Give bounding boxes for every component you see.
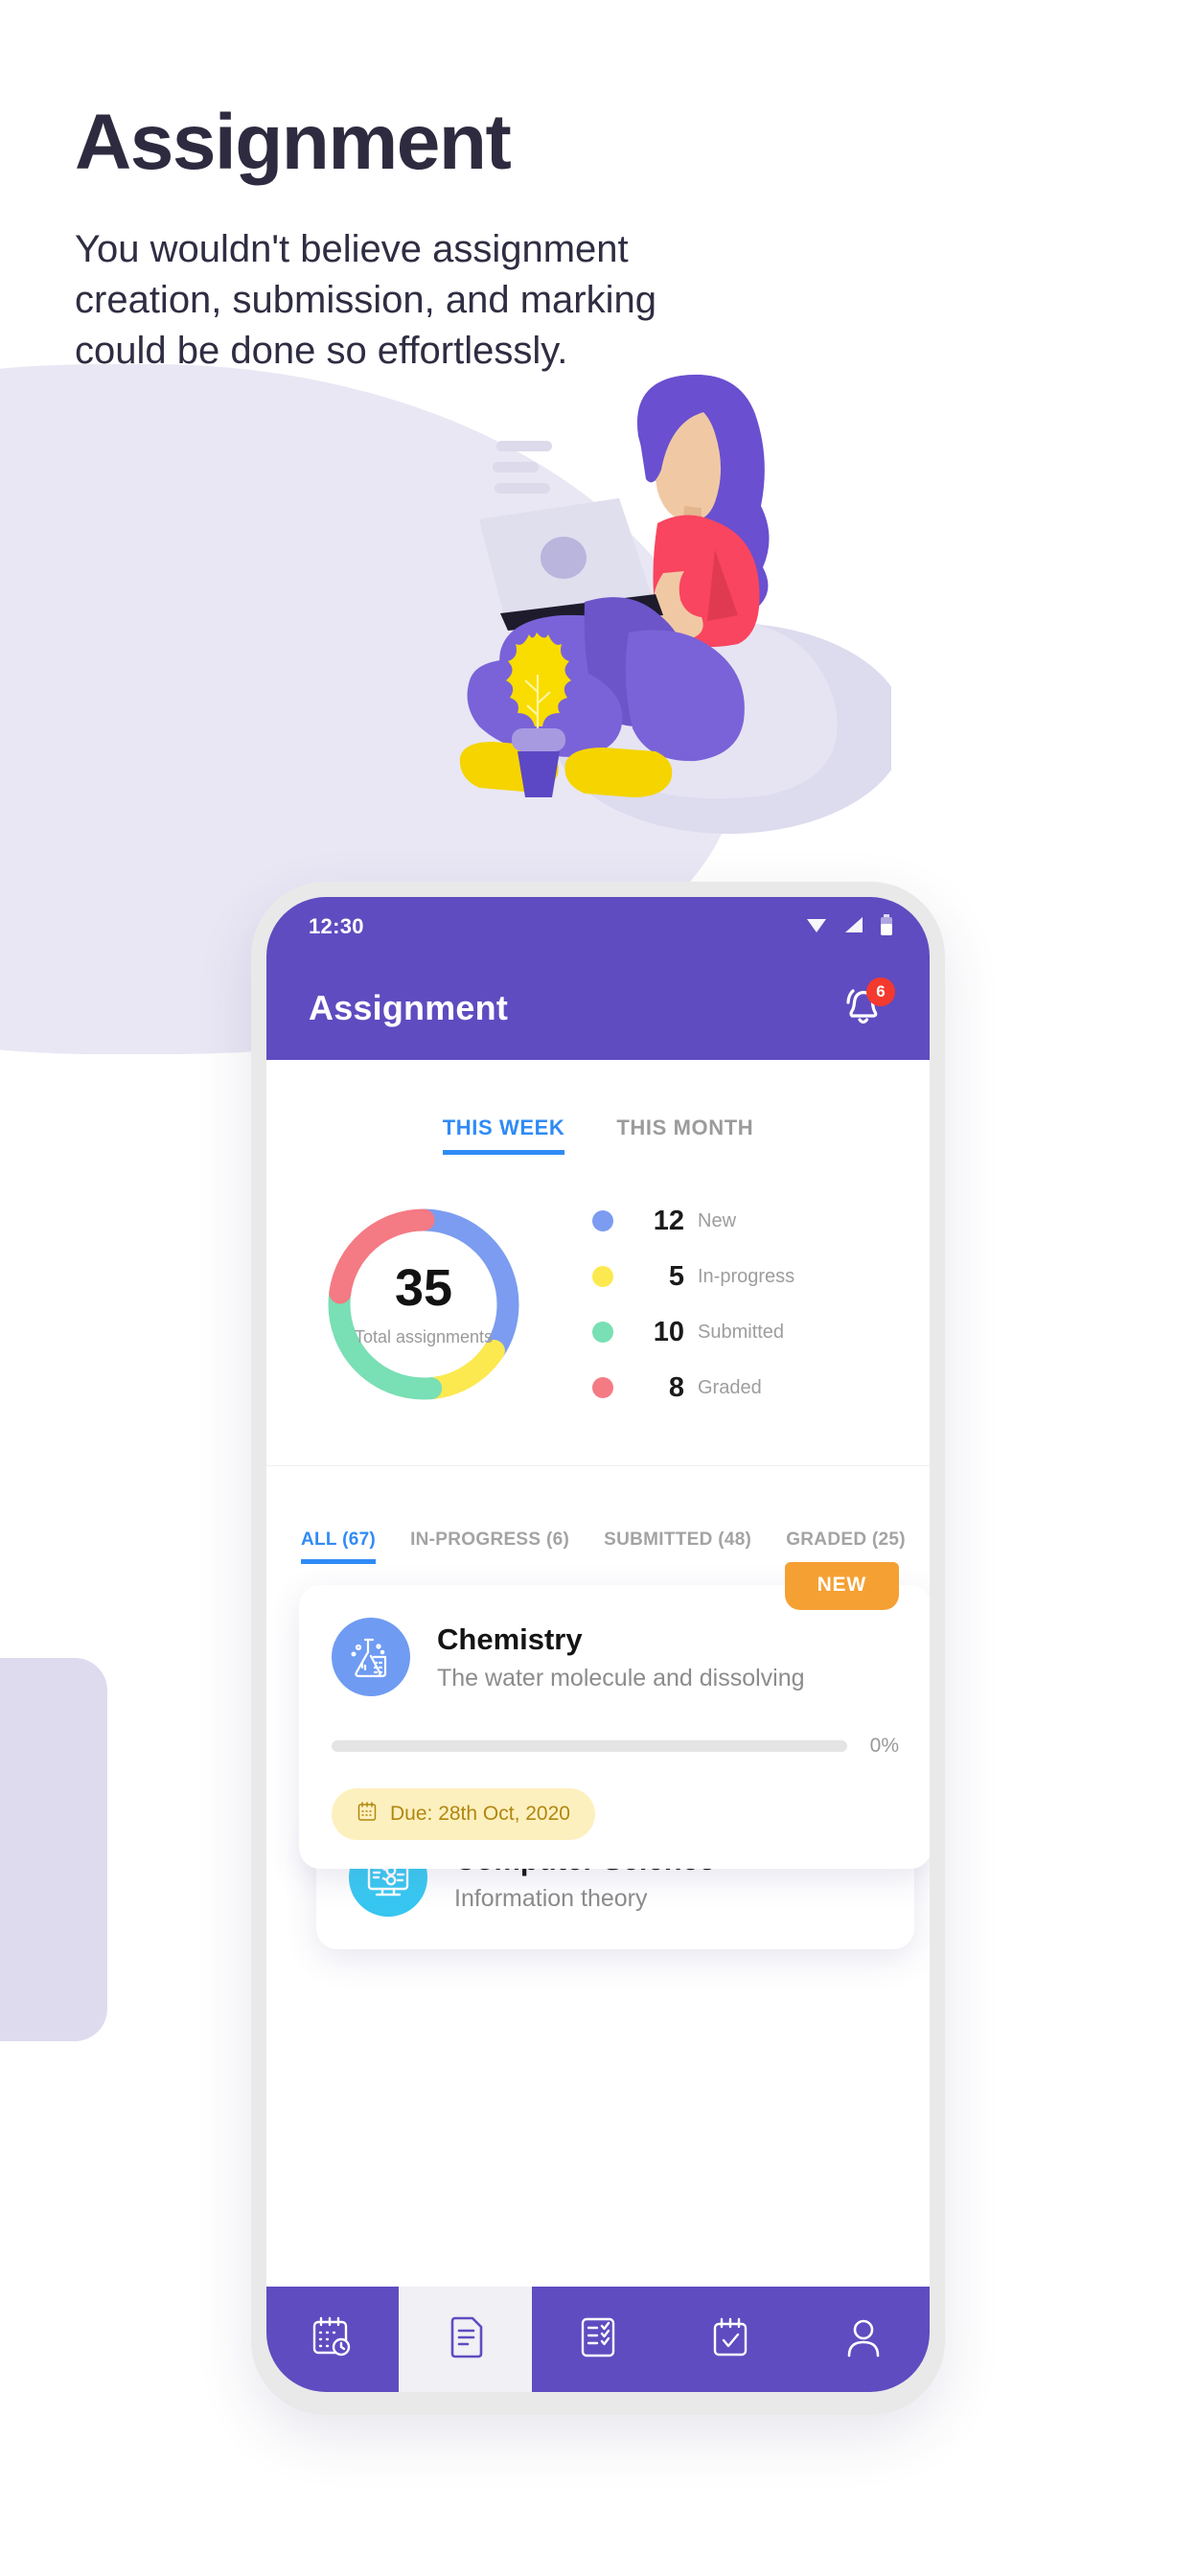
status-bar: 12:30 — [266, 897, 930, 956]
due-date-text: Due: 28th Oct, 2020 — [390, 1803, 570, 1825]
page-title: Assignment — [75, 99, 512, 186]
legend-value-in-progress: 5 — [668, 1260, 684, 1292]
legend-item: 8 Graded — [592, 1372, 794, 1404]
assignment-card-header: Chemistry The water molecule and dissolv… — [332, 1618, 899, 1696]
nav-item-grading[interactable] — [532, 2287, 664, 2392]
assignment-description: The water molecule and dissolving — [437, 1665, 805, 1692]
filter-tab-graded[interactable]: GRADED (25) — [786, 1530, 906, 1559]
period-tabs: THIS WEEK THIS MONTH — [266, 1060, 930, 1155]
legend-item: 10 Submitted — [592, 1317, 794, 1348]
filter-tabs: ALL (67) IN-PROGRESS (6) SUBMITTED (48) … — [266, 1465, 930, 1564]
total-assignments-label: Total assignments — [354, 1326, 494, 1346]
progress-bar-track — [332, 1740, 847, 1752]
filter-tab-all[interactable]: ALL (67) — [301, 1530, 377, 1564]
phone-mockup: 12:30 Assignment 6 THIS WEEK THIS MONTH … — [251, 882, 945, 2415]
filter-tab-in-progress[interactable]: IN-PROGRESS (6) — [410, 1530, 569, 1559]
legend-value-new: 12 — [653, 1205, 684, 1236]
chart-legend: 12 New 5 In-progress 10 Submitted 8 Grad… — [592, 1206, 794, 1404]
wifi-icon — [805, 915, 828, 939]
donut-center-label: 35 Total assignments — [318, 1199, 529, 1410]
legend-item: 5 In-progress — [592, 1261, 794, 1293]
legend-dot-new — [592, 1210, 613, 1231]
assignment-subject: Chemistry — [437, 1622, 583, 1656]
background-card-left — [0, 1658, 107, 2041]
legend-value-graded: 8 — [668, 1371, 684, 1403]
filter-tab-submitted[interactable]: SUBMITTED (48) — [604, 1530, 751, 1559]
plant-illustration — [477, 621, 602, 808]
calendar-check-icon — [707, 2314, 753, 2365]
legend-label-graded: Graded — [698, 1376, 762, 1398]
signal-icon — [843, 915, 864, 939]
status-bar-icons — [805, 913, 893, 940]
assignment-card-chemistry[interactable]: NEW Chemistry The water molecule and dis… — [299, 1562, 930, 1869]
legend-label-new: New — [698, 1209, 737, 1231]
bell-icon — [836, 989, 889, 1039]
checklist-icon — [575, 2314, 621, 2365]
nav-item-schedule[interactable] — [266, 2287, 399, 2392]
status-badge-new: NEW — [784, 1562, 899, 1610]
total-assignments-value: 35 — [394, 1258, 453, 1317]
app-bar-title: Assignment — [309, 988, 509, 1027]
battery-icon — [880, 913, 893, 940]
hero-section: Assignment You wouldn't believe assignme… — [75, 104, 726, 376]
legend-dot-in-progress — [592, 1266, 613, 1287]
assignment-card-text: Chemistry The water molecule and dissolv… — [437, 1622, 805, 1693]
nav-item-profile[interactable] — [797, 2287, 930, 2392]
legend-label-in-progress: In-progress — [698, 1265, 795, 1287]
tab-this-month[interactable]: THIS MONTH — [616, 1116, 753, 1150]
assignment-progress: 0% — [332, 1735, 899, 1758]
tab-this-week[interactable]: THIS WEEK — [442, 1116, 565, 1155]
phone-screen: 12:30 Assignment 6 THIS WEEK THIS MONTH … — [266, 897, 930, 2392]
nav-item-assignments[interactable] — [399, 2287, 532, 2392]
chemistry-flask-icon — [332, 1618, 410, 1696]
bottom-navigation — [266, 2287, 930, 2392]
status-bar-clock: 12:30 — [309, 914, 364, 938]
calendar-clock-icon — [309, 2313, 357, 2366]
legend-value-submitted: 10 — [653, 1316, 684, 1347]
app-bar: Assignment 6 — [266, 956, 930, 1060]
legend-item: 12 New — [592, 1206, 794, 1237]
progress-percent: 0% — [869, 1735, 899, 1757]
legend-dot-submitted — [592, 1322, 613, 1343]
calendar-icon — [357, 1801, 378, 1828]
summary-section: 35 Total assignments 12 New 5 In-progres… — [266, 1155, 930, 1410]
assignment-description: Information theory — [454, 1885, 648, 1913]
assignments-donut-chart: 35 Total assignments — [318, 1199, 529, 1410]
nav-item-attendance[interactable] — [664, 2287, 796, 2392]
legend-label-submitted: Submitted — [698, 1321, 785, 1343]
notifications-button[interactable]: 6 — [836, 978, 895, 1035]
document-icon — [443, 2314, 489, 2365]
notification-badge: 6 — [866, 978, 895, 1006]
due-date-pill: Due: 28th Oct, 2020 — [332, 1788, 595, 1840]
person-icon — [840, 2314, 886, 2365]
legend-dot-graded — [592, 1377, 613, 1398]
